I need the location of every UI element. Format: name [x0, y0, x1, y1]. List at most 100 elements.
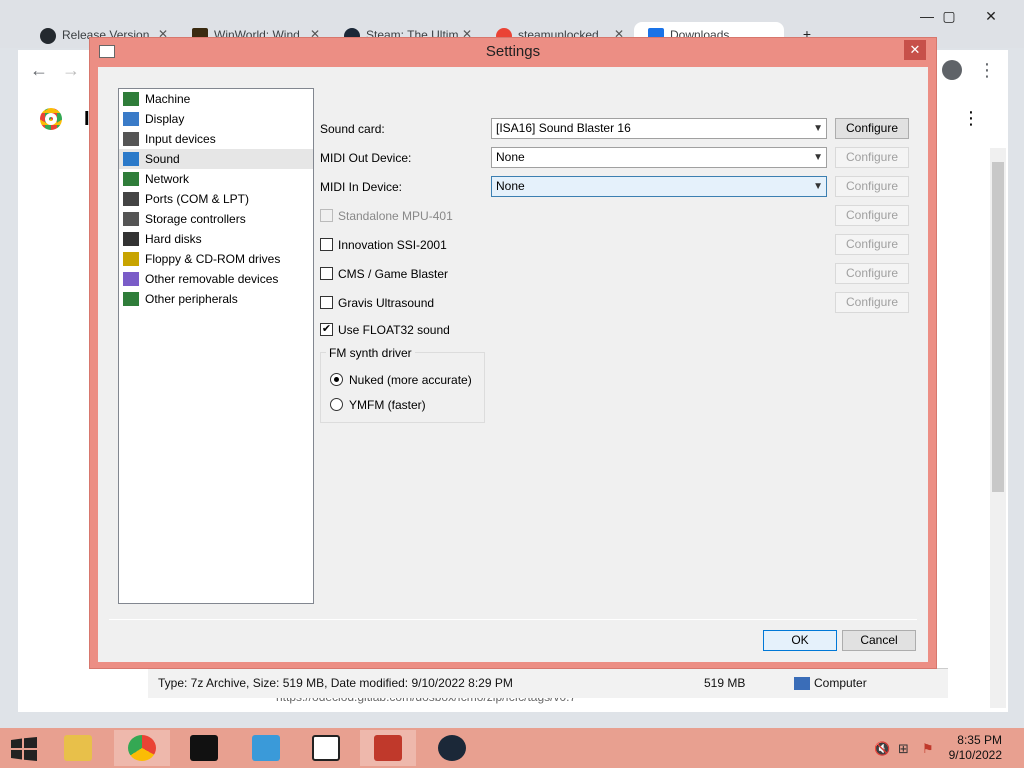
ports-icon: [123, 192, 139, 206]
category-label: Floppy & CD-ROM drives: [145, 252, 281, 266]
category-label: Sound: [145, 152, 180, 166]
sound-card-label: Sound card:: [320, 122, 385, 136]
cms-configure-button[interactable]: Configure: [835, 263, 909, 284]
category-item[interactable]: Display: [119, 109, 313, 129]
cms-game-blaster-checkbox[interactable]: [320, 267, 333, 280]
mpu401-configure-button[interactable]: Configure: [835, 205, 909, 226]
settings-dialog: Settings ✕ Machine Display Input devices So…: [89, 37, 937, 669]
sound-card-value: [ISA16] Sound Blaster 16: [496, 121, 631, 135]
category-item[interactable]: Hard disks: [119, 229, 313, 249]
system-clock[interactable]: 8:35 PM 9/10/2022: [949, 733, 1002, 763]
category-item[interactable]: Other removable devices: [119, 269, 313, 289]
input-devices-icon: [123, 132, 139, 146]
taskbar: 🔇 ⊞ ⚑ 8:35 PM 9/10/2022: [0, 728, 1024, 768]
sound-card-configure-button[interactable]: Configure: [835, 118, 909, 139]
taskbar-steam[interactable]: [424, 730, 480, 766]
category-label: Storage controllers: [145, 212, 246, 226]
volume-muted-icon[interactable]: 🔇: [874, 741, 890, 757]
taskbar-registry-editor[interactable]: [238, 730, 294, 766]
menu-icon[interactable]: ⋮: [978, 60, 996, 81]
midi-in-configure-button[interactable]: Configure: [835, 176, 909, 197]
sound-card-select[interactable]: [ISA16] Sound Blaster 16 ▼: [491, 118, 827, 139]
category-item[interactable]: Ports (COM & LPT): [119, 189, 313, 209]
taskbar-command-prompt[interactable]: [176, 730, 232, 766]
category-label: Machine: [145, 92, 191, 106]
midi-out-select[interactable]: None ▼: [491, 147, 827, 168]
taskbar-7zip[interactable]: [298, 730, 354, 766]
peripherals-icon: [123, 292, 139, 306]
dialog-separator: [109, 619, 917, 620]
chevron-down-icon: ▼: [813, 152, 823, 163]
ymfm-radio[interactable]: [330, 398, 343, 411]
profile-avatar[interactable]: [942, 60, 962, 80]
category-item[interactable]: Floppy & CD-ROM drives: [119, 249, 313, 269]
category-item[interactable]: Machine: [119, 89, 313, 109]
terminal-icon: [190, 735, 218, 761]
category-label: Input devices: [145, 132, 216, 146]
checkmark-icon: ✔: [321, 323, 332, 335]
back-icon[interactable]: ←: [30, 60, 48, 81]
chevron-down-icon: ▼: [813, 123, 823, 134]
registry-icon: [252, 735, 280, 761]
dialog-title: Settings: [485, 43, 541, 60]
storage-controllers-icon: [123, 212, 139, 226]
hard-disks-icon: [123, 232, 139, 246]
chrome-logo-icon: [40, 108, 62, 130]
display-icon: [123, 112, 139, 126]
category-item[interactable]: Storage controllers: [119, 209, 313, 229]
emulator-icon: [374, 735, 402, 761]
midi-in-label: MIDI In Device:: [320, 180, 403, 194]
category-label: Other peripherals: [145, 292, 238, 306]
machine-icon: [123, 92, 139, 106]
chrome-icon: [128, 735, 156, 761]
cancel-button[interactable]: Cancel: [842, 630, 916, 651]
explorer-status-bar: Type: 7z Archive, Size: 519 MB, Date mod…: [148, 668, 948, 698]
category-label: Ports (COM & LPT): [145, 192, 250, 206]
action-center-icon[interactable]: ⚑: [922, 741, 934, 757]
ssi2001-configure-button[interactable]: Configure: [835, 234, 909, 255]
forward-icon[interactable]: →: [62, 60, 80, 81]
innovation-ssi2001-label: Innovation SSI-2001: [338, 238, 447, 252]
clock-date: 9/10/2022: [948, 748, 1002, 762]
ok-button[interactable]: OK: [763, 630, 837, 651]
midi-in-select[interactable]: None ▼: [491, 176, 827, 197]
start-button[interactable]: [10, 737, 38, 761]
innovation-ssi2001-checkbox[interactable]: [320, 238, 333, 251]
scrollbar-thumb[interactable]: [992, 162, 1004, 492]
dialog-client-area: Machine Display Input devices Sound Network P…: [98, 67, 928, 662]
taskbar-chrome[interactable]: [114, 730, 170, 766]
chevron-down-icon: ▼: [813, 181, 823, 192]
standalone-mpu401-checkbox[interactable]: [320, 209, 333, 222]
midi-in-value: None: [496, 179, 525, 193]
removable-devices-icon: [123, 272, 139, 286]
floppy-cdrom-icon: [123, 252, 139, 266]
category-item[interactable]: Other peripherals: [119, 289, 313, 309]
midi-out-value: None: [496, 150, 525, 164]
category-item[interactable]: Input devices: [119, 129, 313, 149]
location-label: Computer: [814, 676, 867, 690]
category-label: Hard disks: [145, 232, 202, 246]
page-menu-icon[interactable]: ⋮: [962, 108, 980, 129]
page-scrollbar[interactable]: [990, 148, 1006, 708]
close-window-button[interactable]: ✕: [976, 8, 1006, 25]
midi-out-label: MIDI Out Device:: [320, 151, 412, 165]
maximize-button[interactable]: ▢: [934, 8, 964, 25]
sound-icon: [123, 152, 139, 166]
category-label: Display: [145, 112, 185, 126]
category-item[interactable]: Sound: [119, 149, 313, 169]
cms-game-blaster-label: CMS / Game Blaster: [338, 267, 449, 281]
gravis-configure-button[interactable]: Configure: [835, 292, 909, 313]
fm-synth-group: [320, 352, 485, 423]
taskbar-86box[interactable]: [360, 730, 416, 766]
taskbar-file-explorer[interactable]: [50, 730, 106, 766]
float32-sound-checkbox[interactable]: ✔: [320, 323, 333, 336]
nuked-label: Nuked (more accurate): [349, 373, 472, 387]
category-item[interactable]: Network: [119, 169, 313, 189]
gravis-ultrasound-checkbox[interactable]: [320, 296, 333, 309]
nuked-radio[interactable]: [330, 373, 343, 386]
category-label: Other removable devices: [145, 272, 279, 286]
midi-out-configure-button[interactable]: Configure: [835, 147, 909, 168]
dialog-close-button[interactable]: ✕: [904, 40, 926, 60]
file-details: Type: 7z Archive, Size: 519 MB, Date mod…: [158, 676, 513, 690]
network-icon[interactable]: ⊞: [898, 741, 909, 757]
